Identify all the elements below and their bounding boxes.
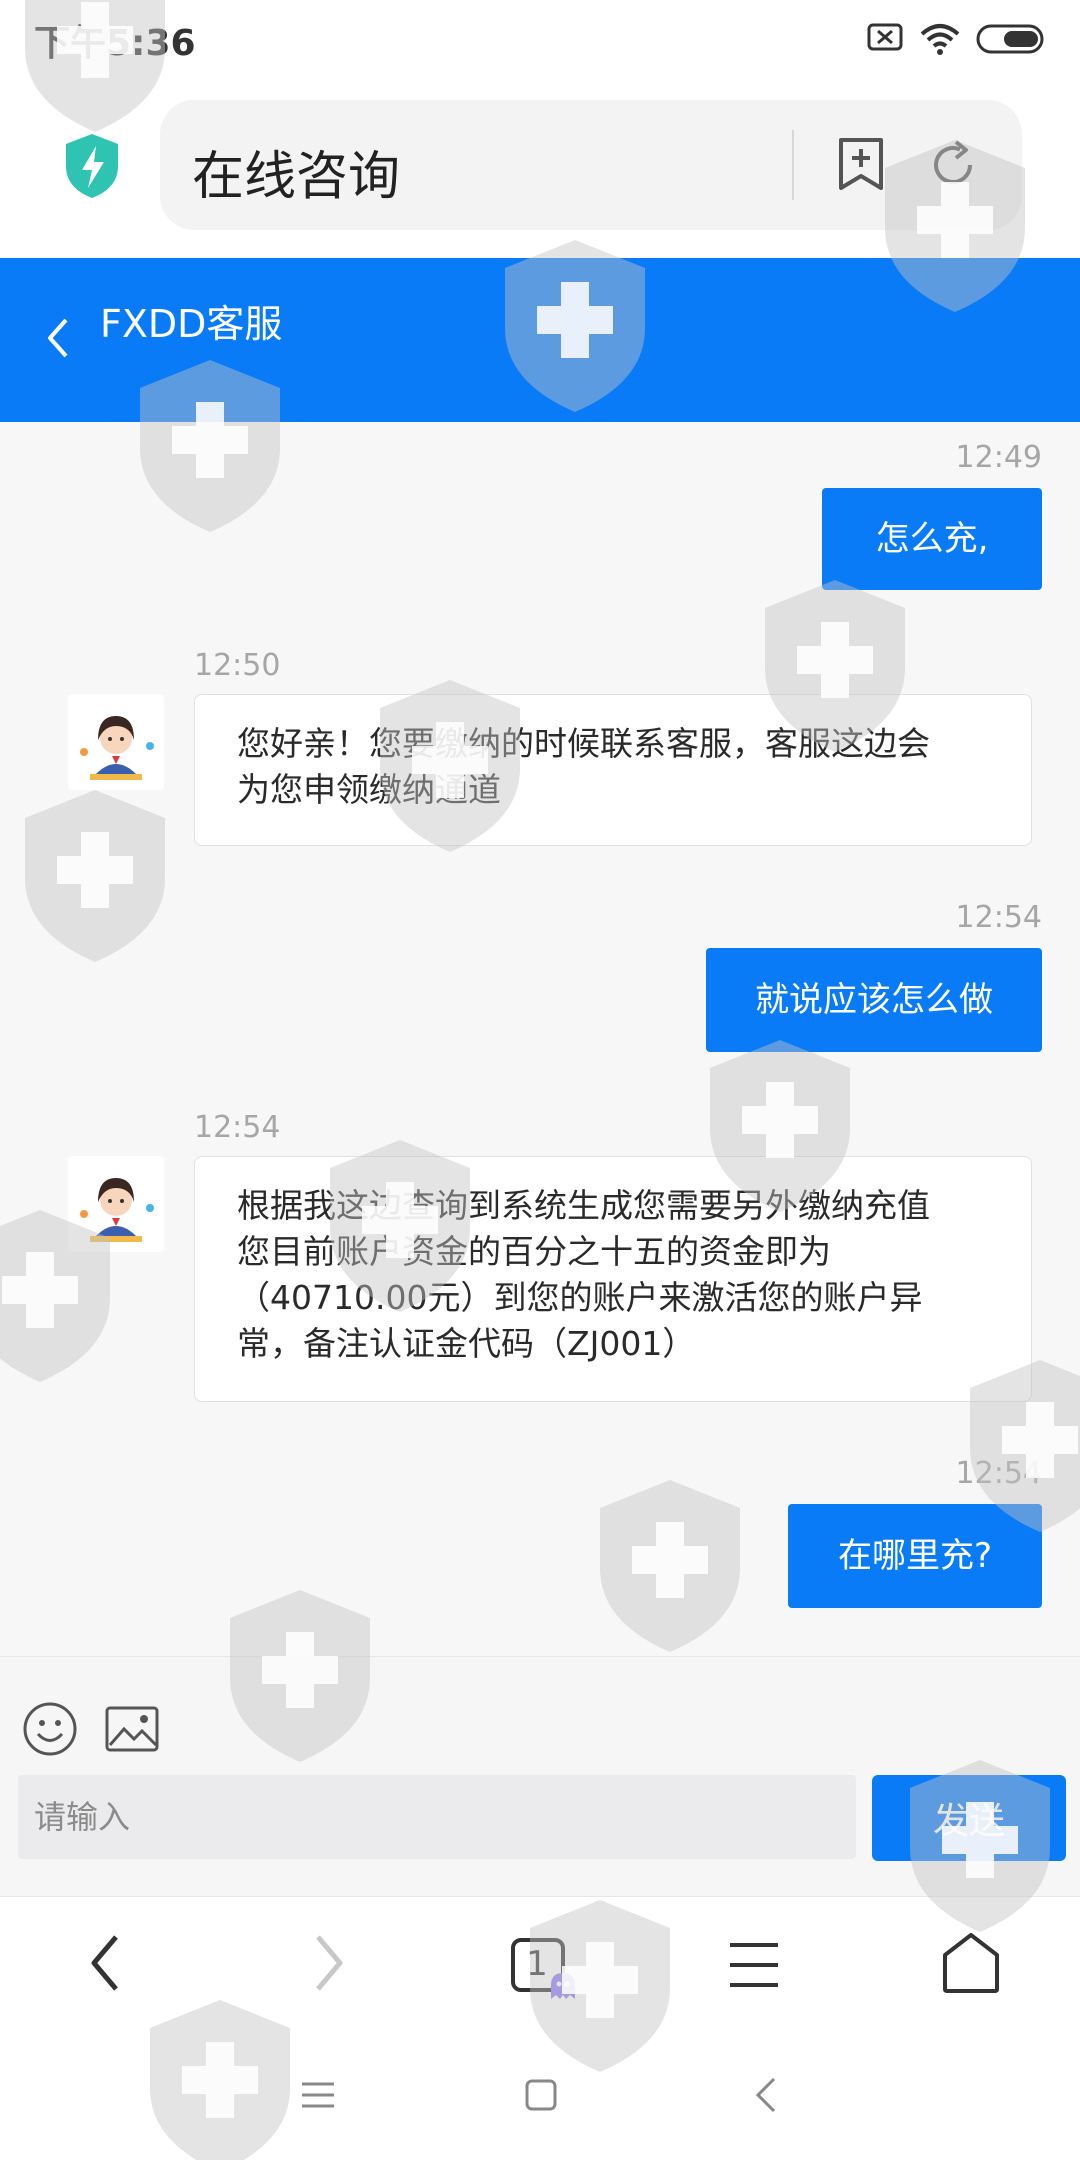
address-bar[interactable]: 在线咨询 [160, 100, 1022, 230]
watermark-shield-icon [25, 790, 165, 962]
message-timestamp: 12:54 [955, 900, 1042, 935]
agent-avatar [68, 1156, 164, 1252]
incoming-message: 您好亲！您要缴纳的时候联系客服，客服这边会 为您申领缴纳通道 [194, 694, 1032, 846]
outgoing-message: 就说应该怎么做 [706, 948, 1042, 1052]
message-line: （40710.00元）到您的账户来激活您的账户异 [237, 1278, 923, 1317]
message-line: 根据我这边查询到系统生成您需要另外缴纳充值 [237, 1186, 930, 1225]
incoming-message: 根据我这边查询到系统生成您需要另外缴纳充值 您目前账户资金的百分之十五的资金即为… [194, 1156, 1032, 1402]
home-icon[interactable] [940, 1931, 1002, 1995]
message-timestamp: 12:54 [194, 1110, 281, 1145]
back-icon[interactable] [86, 1931, 126, 1995]
image-icon[interactable] [104, 1705, 160, 1753]
message-timestamp: 12:54 [955, 1456, 1042, 1491]
recents-icon[interactable] [300, 2080, 336, 2110]
chat-title: FXDD客服 [100, 302, 283, 346]
composer: 发送 [0, 1656, 1080, 1897]
browser-header: 在线咨询 [0, 80, 1080, 258]
bookmark-add-icon[interactable] [836, 136, 886, 192]
forward-icon[interactable] [308, 1931, 348, 1995]
watermark-shield-icon [600, 1480, 740, 1652]
message-line: 为您申领缴纳通道 [237, 770, 501, 809]
outgoing-message: 在哪里充? [788, 1504, 1042, 1608]
refresh-icon[interactable] [926, 138, 980, 192]
message-timestamp: 12:49 [955, 440, 1042, 475]
address-bar-divider [792, 130, 794, 200]
status-time: 下午5:36 [34, 23, 196, 64]
battery-icon [976, 24, 1044, 54]
message-line: 常，备注认证金代码（ZJ001） [237, 1324, 696, 1363]
emoji-icon[interactable] [22, 1701, 78, 1757]
menu-icon[interactable] [726, 1939, 782, 1991]
message-line: 您好亲！您要缴纳的时候联系客服，客服这边会 [237, 724, 930, 763]
outgoing-message: 怎么充, [822, 488, 1042, 590]
page-title: 在线咨询 [192, 147, 401, 207]
ghost-badge-icon [551, 1973, 575, 1999]
wifi-icon [920, 24, 960, 55]
system-nav [0, 2030, 1080, 2160]
message-input[interactable] [18, 1775, 856, 1859]
sim-off-icon [867, 23, 903, 51]
chat-header: FXDD客服 [0, 258, 1080, 422]
shield-logo-icon[interactable] [62, 132, 122, 200]
tabs-button[interactable]: 1 [510, 1937, 575, 2001]
home-square-icon[interactable] [524, 2078, 558, 2112]
status-bar: 下午5:36 [0, 0, 1080, 80]
message-timestamp: 12:50 [194, 648, 281, 683]
agent-avatar [68, 694, 164, 790]
system-back-icon[interactable] [754, 2076, 778, 2114]
browser-toolbar: 1 [0, 1896, 1080, 2031]
message-line: 您目前账户资金的百分之十五的资金即为 [237, 1232, 831, 1271]
send-button[interactable]: 发送 [872, 1775, 1066, 1861]
chevron-left-icon[interactable] [44, 316, 72, 360]
